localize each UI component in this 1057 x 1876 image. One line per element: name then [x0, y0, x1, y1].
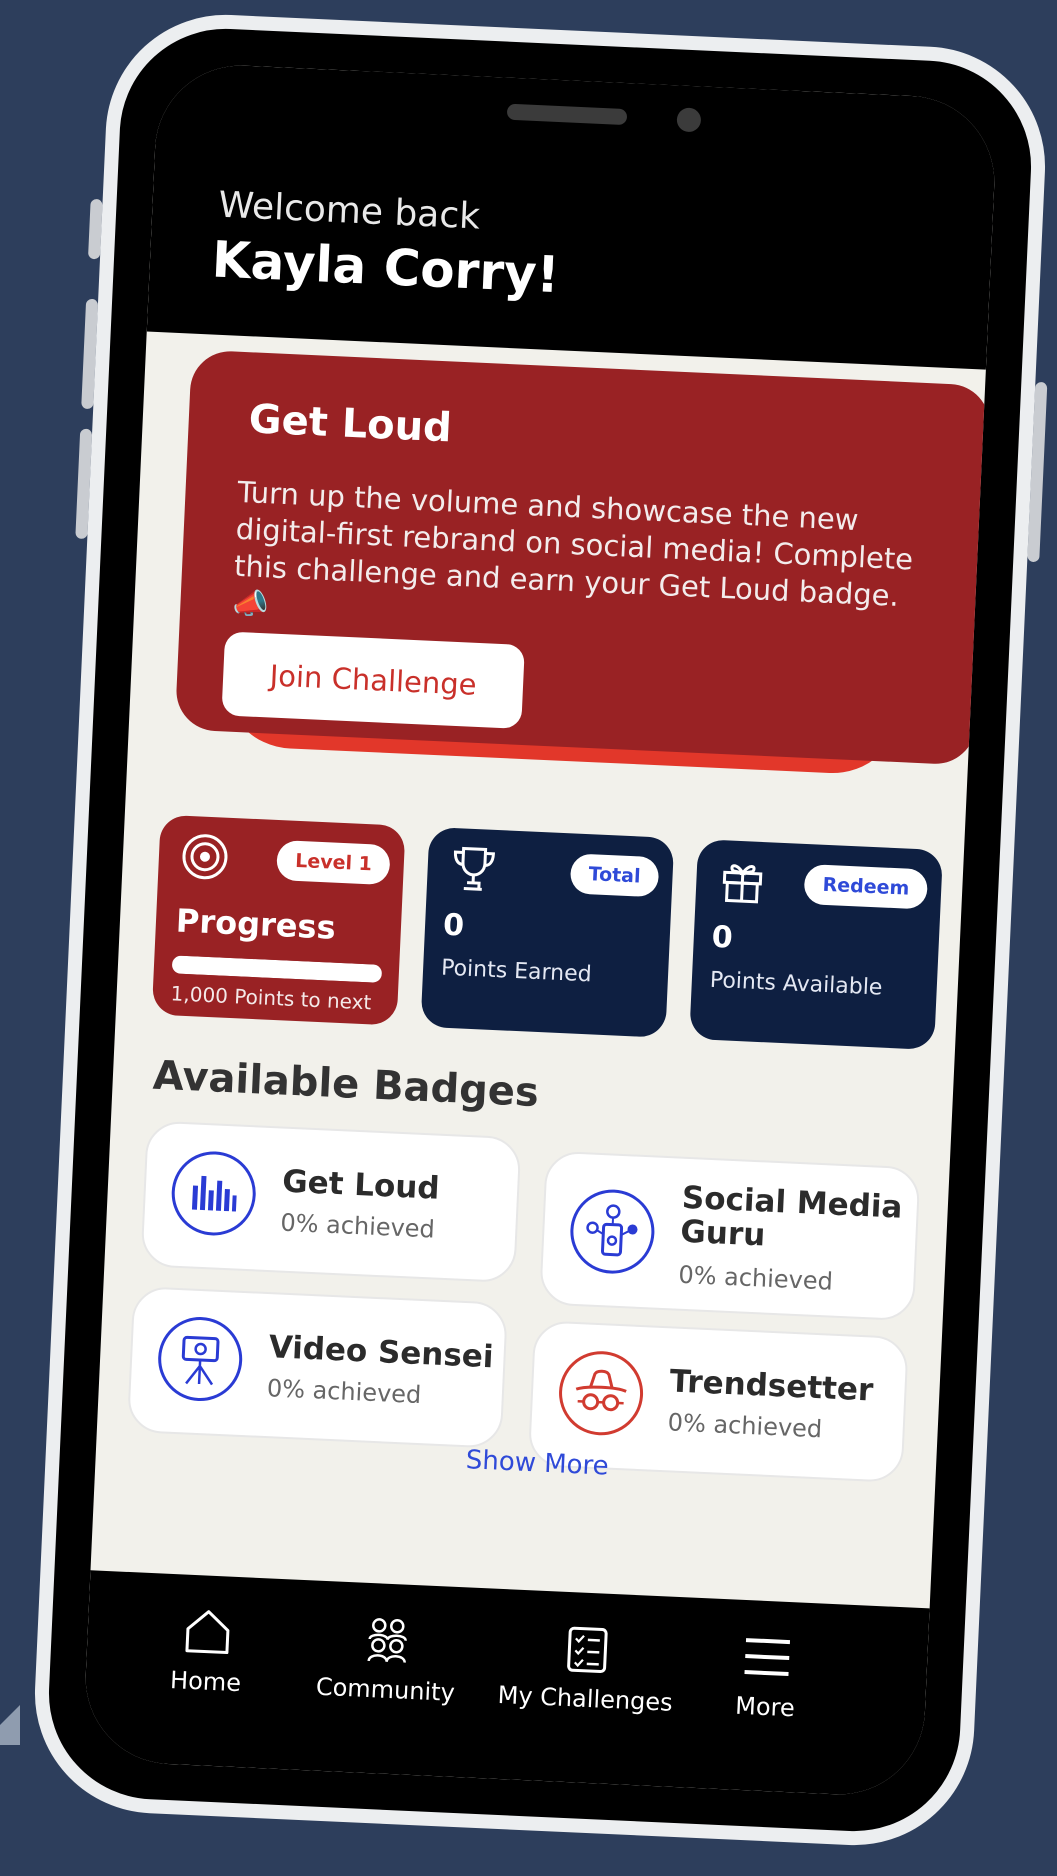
bottom-tab-bar: Home Community My Challenges More: [81, 1570, 930, 1799]
badge-icon-ring: [169, 1149, 258, 1238]
gift-icon: [722, 864, 763, 904]
trophy-icon: [453, 846, 495, 891]
tab-label: Community: [315, 1672, 456, 1707]
progress-bar-fill: [171, 955, 383, 983]
target-icon: [182, 834, 228, 880]
badge-icon-ring: [156, 1315, 245, 1403]
background-arrow-decoration: [0, 1705, 20, 1745]
points-earned-value: 0: [442, 907, 465, 944]
challenge-title: Get Loud: [247, 396, 453, 452]
video-camera-tripod-icon: [181, 1335, 220, 1386]
user-name: Kayla Corry!: [210, 230, 561, 305]
show-more-link[interactable]: Show More: [465, 1445, 609, 1481]
available-badges-heading: Available Badges: [151, 1052, 540, 1117]
points-available-value: 0: [711, 919, 734, 956]
badge-progress: 0% achieved: [677, 1260, 834, 1296]
total-points-card[interactable]: Total 0 Points Earned: [420, 826, 675, 1038]
tab-label: Home: [169, 1666, 242, 1698]
phone-frame: Welcome back Kayla Corry! Get Loud Turn …: [29, 9, 1051, 1851]
checklist-icon: [567, 1626, 608, 1674]
hat-glasses-icon: [575, 1369, 627, 1412]
notch-camera: [676, 107, 702, 133]
badge-progress: 0% achieved: [667, 1408, 823, 1444]
badge-progress: 0% achieved: [279, 1208, 436, 1244]
notch-speaker: [506, 103, 628, 126]
app-screen: Welcome back Kayla Corry! Get Loud Turn …: [81, 61, 999, 1799]
tab-more[interactable]: More: [664, 1627, 868, 1726]
points-to-next: 1,000 Points to next: [170, 981, 372, 1015]
redeem-points-card[interactable]: Redeem 0 Points Available: [689, 839, 944, 1050]
badge-card-video-sensei[interactable]: Video Sensei 0% achieved: [126, 1285, 509, 1449]
badge-icon-ring: [568, 1187, 657, 1276]
badge-card-social-media-guru[interactable]: Social Media Guru 0% achieved: [539, 1150, 921, 1322]
join-challenge-button[interactable]: Join Challenge: [221, 631, 525, 729]
badge-name: Video Sensei: [267, 1329, 495, 1376]
phone-mockup: Welcome back Kayla Corry! Get Loud Turn …: [29, 9, 1051, 1851]
badge-icon-ring: [557, 1349, 645, 1438]
challenge-hero-card: Get Loud Turn up the volume and showcase…: [174, 349, 992, 766]
badge-name: Get Loud: [281, 1163, 441, 1207]
tab-community[interactable]: Community: [285, 1609, 489, 1708]
community-icon: [367, 1618, 407, 1663]
badge-card-get-loud[interactable]: Get Loud 0% achieved: [140, 1120, 522, 1284]
home-icon: [185, 1610, 230, 1655]
progress-label: Progress: [175, 901, 337, 947]
social-phone-icon: [586, 1204, 638, 1257]
challenge-description: Turn up the volume and showcase the new …: [231, 474, 914, 622]
tab-home[interactable]: Home: [105, 1601, 309, 1700]
progress-bar: [171, 955, 383, 983]
welcome-text: Welcome back: [217, 184, 481, 238]
badge-progress: 0% achieved: [266, 1374, 422, 1410]
sound-bars-icon: [191, 1175, 237, 1212]
badge-name: Social Media Guru: [679, 1179, 904, 1254]
total-pill[interactable]: Total: [569, 853, 660, 898]
level-pill: Level 1: [276, 840, 391, 886]
menu-icon: [744, 1638, 791, 1677]
points-earned-label: Points Earned: [440, 955, 593, 988]
tab-label: More: [734, 1691, 796, 1723]
progress-card[interactable]: Level 1 Progress 1,000 Points to next: [151, 814, 406, 1026]
redeem-pill[interactable]: Redeem: [803, 863, 929, 910]
badge-name: Trendsetter: [668, 1363, 875, 1409]
tab-label: My Challenges: [497, 1680, 674, 1717]
points-available-label: Points Available: [709, 967, 883, 1001]
